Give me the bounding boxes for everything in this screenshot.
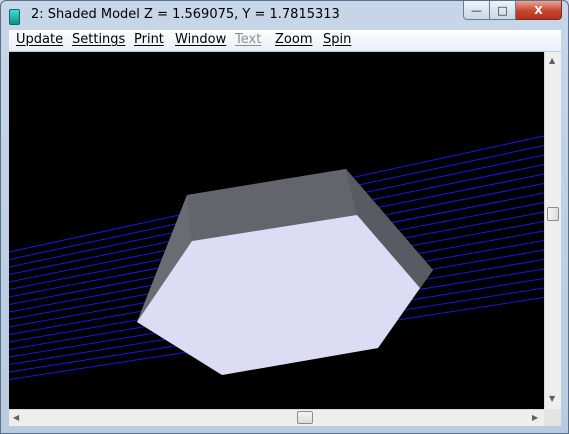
shaded-model-viewport[interactable] (9, 52, 544, 409)
menu-spin[interactable]: Spin (323, 32, 351, 47)
title-bar[interactable]: 2: Shaded Model Z = 1.569075, Y = 1.7815… (1, 1, 568, 29)
maximize-icon: □ (497, 3, 508, 17)
menu-bar: Update Settings Print Window Text Zoom S… (9, 30, 561, 52)
scroll-up-icon[interactable]: ▲ (549, 57, 555, 65)
close-icon: X (534, 3, 543, 17)
app-icon[interactable] (9, 9, 20, 25)
menu-settings[interactable]: Settings (72, 32, 125, 47)
scroll-right-icon[interactable]: ▶ (532, 414, 538, 422)
window-title: 2: Shaded Model Z = 1.569075, Y = 1.7815… (31, 7, 340, 22)
scrollbar-corner (544, 409, 561, 426)
minimize-icon: — (471, 3, 482, 17)
close-button[interactable]: X (516, 1, 562, 20)
scroll-down-icon[interactable]: ▼ (549, 395, 555, 403)
menu-zoom[interactable]: Zoom (275, 32, 312, 47)
menu-print[interactable]: Print (134, 32, 164, 47)
model-canvas (9, 135, 544, 380)
minimize-button[interactable]: — (463, 1, 490, 20)
horizontal-scrollbar[interactable]: ◀ ▶ (9, 409, 544, 426)
menu-text: Text (235, 32, 262, 47)
menu-update[interactable]: Update (16, 32, 63, 47)
application-window: 2: Shaded Model Z = 1.569075, Y = 1.7815… (0, 0, 569, 434)
vertical-scrollbar[interactable]: ▲ ▼ (544, 52, 561, 409)
maximize-button[interactable]: □ (490, 1, 516, 20)
caption-buttons: — □ X (463, 1, 562, 21)
vertical-scroll-thumb[interactable] (547, 207, 559, 221)
menu-window[interactable]: Window (175, 32, 226, 47)
scroll-left-icon[interactable]: ◀ (13, 414, 19, 422)
horizontal-scroll-thumb[interactable] (297, 411, 313, 424)
